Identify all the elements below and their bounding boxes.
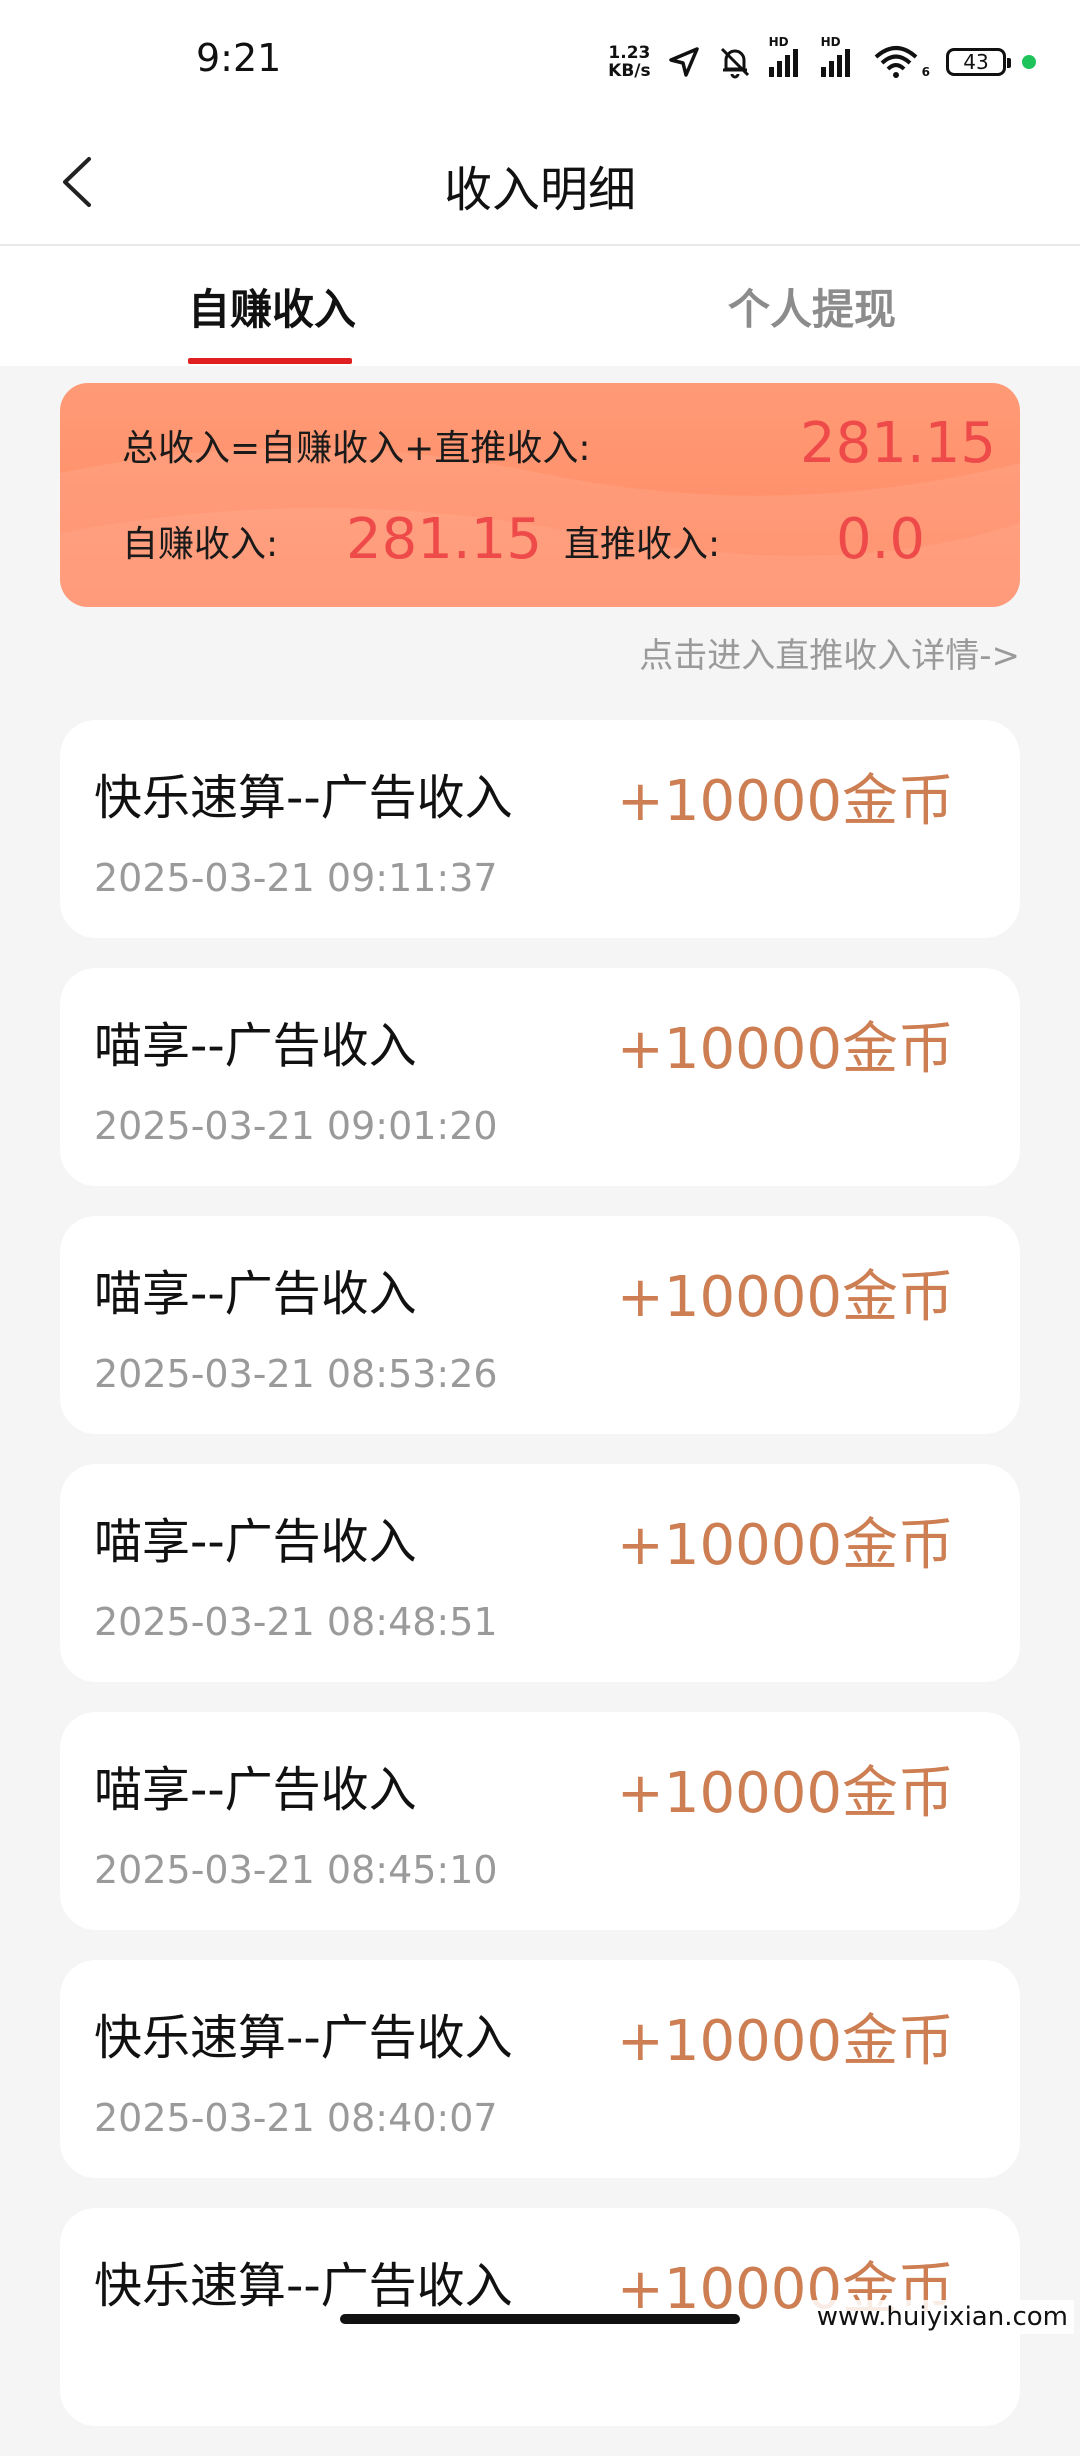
location-arrow-icon [668,47,699,77]
record-time: 2025-03-21 08:48:51 [94,1600,498,1644]
record-time: 2025-03-21 09:01:20 [94,1104,498,1148]
home-indicator[interactable] [340,2314,740,2324]
record-amount: +10000金币 [616,1513,954,1578]
mute-bell-icon [720,47,749,79]
signal-hd-label: HD [768,35,789,49]
status-time: 9:21 [196,36,282,80]
nav-bar: 收入明细 [0,120,1080,246]
record-amount: +10000金币 [616,1017,954,1082]
tab-self-income[interactable]: 自赚收入 [188,276,356,337]
income-record[interactable]: 快乐速算--广告收入 +10000金币 2025-03-21 08:40:07 [60,1960,1020,2178]
record-amount: +10000金币 [616,1265,954,1330]
privacy-indicator-dot [1022,55,1036,69]
income-record[interactable]: 喵享--广告收入 +10000金币 2025-03-21 08:45:10 [60,1712,1020,1930]
total-income-value: 281.15 [800,411,996,476]
direct-income-value: 0.0 [836,507,926,572]
income-summary-card: 总收入=自赚收入+直推收入: 281.15 自赚收入: 281.15 直推收入:… [60,383,1020,607]
income-record[interactable]: 喵享--广告收入 +10000金币 2025-03-21 09:01:20 [60,968,1020,1186]
status-bar: 9:21 1.23 KB/s HD HD 6 43 [0,0,1080,120]
record-time: 2025-03-21 09:11:37 [94,856,498,900]
signal-hd-label: HD [820,35,841,49]
battery-level: 43 [963,50,989,74]
tab-personal-withdrawal[interactable]: 个人提现 [728,276,896,337]
wifi-tag: 6 [921,65,930,79]
tab-active-indicator [188,358,352,364]
network-speed-value: 1.23 [608,43,651,63]
direct-income-detail-link[interactable]: 点击进入直推收入详情-> [639,628,1020,677]
record-time: 2025-03-21 08:45:10 [94,1848,498,1892]
tab-bar: 自赚收入 个人提现 [0,246,1080,366]
signal-icon: HD [820,35,857,77]
record-title: 快乐速算--广告收入 [94,2010,513,2066]
record-title: 快乐速算--广告收入 [94,770,513,826]
status-icons: 1.23 KB/s HD HD 6 43 [608,35,1036,86]
record-title: 喵享--广告收入 [94,1018,417,1074]
income-record[interactable]: 快乐速算--广告收入 +10000金币 2025-03-21 09:11:37 [60,720,1020,938]
page-title: 收入明细 [443,162,636,218]
record-amount: +10000金币 [616,2009,954,2074]
signal-icon: HD [768,35,805,77]
income-record-list: 快乐速算--广告收入 +10000金币 2025-03-21 09:11:37 … [60,720,1020,2456]
network-speed-unit: KB/s [608,61,651,81]
watermark: www.huiyixian.com [810,2300,1074,2334]
total-income-label: 总收入=自赚收入+直推收入: [122,428,591,469]
wifi-icon: 6 [873,45,930,79]
battery-icon: 43 [946,48,1011,76]
record-time: 2025-03-21 08:40:07 [94,2096,498,2140]
network-speed: 1.23 KB/s [608,44,650,80]
record-amount: +10000金币 [616,1761,954,1826]
self-income-value: 281.15 [346,507,542,572]
record-time: 2025-03-21 08:53:26 [94,1352,498,1396]
record-title: 喵享--广告收入 [94,1514,417,1570]
record-title: 喵享--广告收入 [94,1762,417,1818]
record-amount: +10000金币 [616,769,954,834]
income-record[interactable]: 喵享--广告收入 +10000金币 2025-03-21 08:48:51 [60,1464,1020,1682]
direct-income-label: 直推收入: [564,524,721,565]
income-record[interactable]: 喵享--广告收入 +10000金币 2025-03-21 08:53:26 [60,1216,1020,1434]
record-title: 喵享--广告收入 [94,1266,417,1322]
record-title: 快乐速算--广告收入 [94,2258,513,2314]
self-income-label: 自赚收入: [122,524,279,565]
